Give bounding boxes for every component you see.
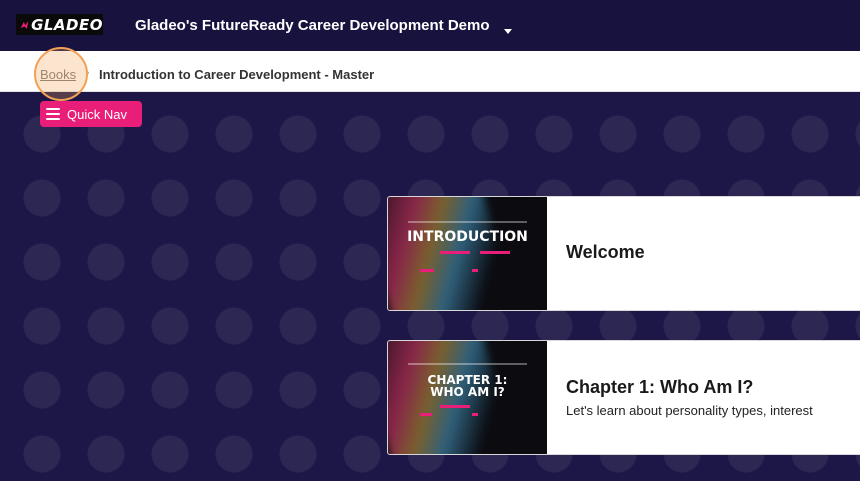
quick-nav-label: Quick Nav — [67, 106, 127, 122]
chevron-right-icon: › — [86, 67, 90, 79]
top-header: GLADEO Gladeo's FutureReady Career Devel… — [0, 0, 860, 51]
card-description: Let's learn about personality types, int… — [566, 403, 813, 418]
thumbnail-line — [408, 221, 527, 223]
hamburger-menu-icon — [46, 108, 60, 120]
chapter-thumbnail: INTRODUCTION — [388, 197, 547, 310]
thumbnail-line — [420, 269, 434, 272]
course-title[interactable]: Gladeo's FutureReady Career Development … — [135, 17, 490, 34]
gladeo-logo[interactable]: GLADEO — [16, 14, 103, 35]
thumbnail-line — [480, 251, 510, 254]
logo-text: GLADEO — [31, 15, 103, 34]
chapter-card-who-am-i[interactable]: CHAPTER 1: WHO AM I? Chapter 1: Who Am I… — [387, 340, 860, 455]
chapter-thumbnail: CHAPTER 1: WHO AM I? — [388, 341, 547, 454]
quick-nav-button[interactable]: Quick Nav — [40, 101, 142, 127]
thumbnail-line — [472, 269, 478, 272]
breadcrumb-current: Introduction to Career Development - Mas… — [99, 67, 375, 82]
thumbnail-line — [440, 405, 470, 408]
chevron-down-icon[interactable] — [504, 29, 512, 34]
card-title: Chapter 1: Who Am I? — [566, 377, 754, 397]
thumbnail-line — [472, 413, 478, 416]
breadcrumb-books-link[interactable]: Books — [40, 67, 76, 82]
breadcrumb: Books › Introduction to Career Developme… — [0, 51, 860, 92]
thumbnail-title: CHAPTER 1: WHO AM I? — [388, 374, 547, 398]
thumbnail-line — [420, 413, 432, 416]
chapter-card-welcome[interactable]: INTRODUCTION Welcome — [387, 196, 860, 311]
gladeo-logo-icon — [20, 20, 29, 29]
thumbnail-line — [440, 251, 470, 254]
thumbnail-line — [408, 363, 527, 365]
thumbnail-title: INTRODUCTION — [407, 229, 528, 245]
thumbnail-title-line2: WHO AM I? — [430, 385, 505, 399]
card-title: Welcome — [566, 242, 645, 262]
